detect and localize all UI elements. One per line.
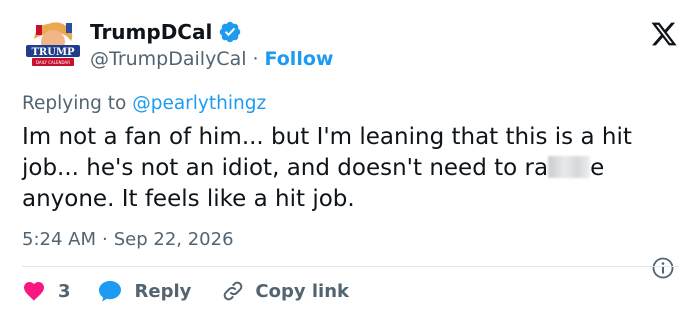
display-name[interactable]: TrumpDCal: [90, 20, 212, 44]
separator-dot: ·: [102, 229, 108, 250]
separator-dot: ·: [252, 48, 259, 70]
tweet-time: 5:24 AM: [22, 229, 96, 250]
reply-button[interactable]: Reply: [97, 279, 192, 303]
like-count: 3: [58, 280, 71, 302]
copy-link-button[interactable]: Copy link: [221, 279, 349, 303]
replying-to: Replying to @pearlythingz: [22, 92, 266, 116]
x-logo-icon[interactable]: [650, 20, 678, 48]
avatar[interactable]: TRUMP DAILY CALENDAR: [22, 15, 84, 77]
reply-label: Reply: [134, 280, 192, 302]
handle[interactable]: @TrumpDailyCal: [90, 48, 247, 70]
copy-link-label: Copy link: [255, 280, 349, 302]
heart-icon: [24, 282, 44, 301]
like-button[interactable]: 3: [22, 279, 71, 303]
reply-bubble-icon: [98, 281, 121, 302]
tweet-date: Sep 22, 2026: [113, 229, 234, 250]
action-bar: 3 Reply Copy link: [22, 276, 349, 306]
svg-text:TRUMP: TRUMP: [31, 47, 75, 58]
follow-button[interactable]: Follow: [265, 48, 334, 70]
divider: [22, 266, 679, 267]
reply-mention-link[interactable]: @pearlythingz: [132, 93, 266, 114]
tweet-text-part1: Im not a fan of him... but I'm leaning t…: [22, 124, 632, 181]
tweet-timestamp[interactable]: 5:24 AM · Sep 22, 2026: [22, 228, 234, 252]
tweet-text: Im not a fan of him... but I'm leaning t…: [22, 122, 682, 215]
redacted-blur: [548, 156, 591, 178]
name-row: TrumpDCal: [90, 20, 242, 44]
link-icon: [224, 281, 243, 301]
svg-text:DAILY CALENDAR: DAILY CALENDAR: [36, 60, 70, 65]
info-icon[interactable]: [651, 256, 675, 280]
verified-badge-icon: [218, 20, 242, 44]
handle-row: @TrumpDailyCal · Follow: [90, 47, 333, 71]
replying-prefix: Replying to: [22, 93, 127, 114]
